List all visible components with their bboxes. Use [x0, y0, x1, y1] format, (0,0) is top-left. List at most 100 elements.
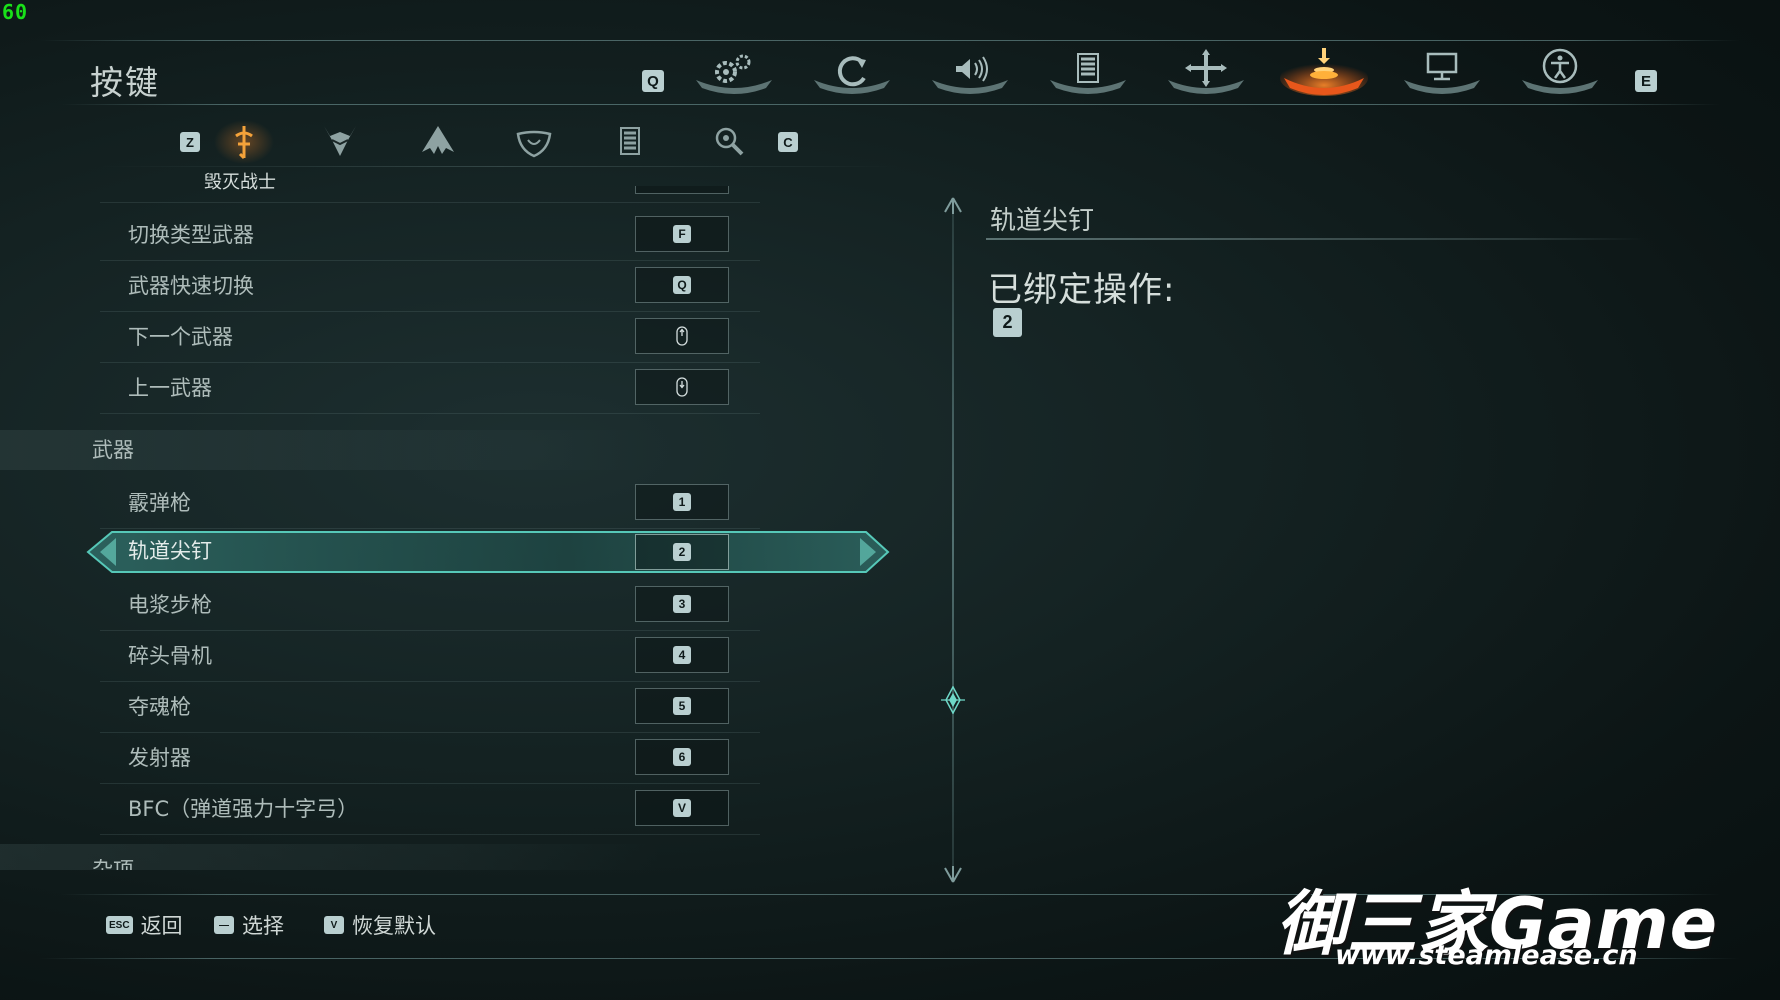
binding-slot[interactable]: Q	[635, 267, 729, 303]
reset-default-button[interactable]: V 恢复默认	[324, 908, 436, 942]
reset-label: 恢复默认	[352, 914, 436, 938]
scrollbar-track[interactable]	[952, 200, 954, 876]
mouse-wheel-up-icon	[676, 326, 688, 346]
key-badge: V	[673, 799, 691, 817]
monitor-icon	[1404, 52, 1480, 94]
section-header-misc: 杂项	[0, 844, 660, 870]
back-button[interactable]: ESC 返回	[106, 908, 183, 942]
list-row[interactable]: 上一武器	[100, 363, 760, 414]
list-row[interactable]: 霰弹枪 1	[100, 478, 760, 529]
detail-divider	[986, 238, 1646, 240]
demon-helmet-icon	[324, 126, 356, 156]
row-label: 发射器	[128, 746, 191, 770]
tab-gameplay[interactable]	[688, 44, 780, 96]
section-header-weapons: 武器	[0, 430, 660, 470]
keybind-list[interactable]: 切换类型武器 F 武器快速切换 Q 下一个武器 上一武器 武器 霰弹枪 1 轨道…	[0, 186, 920, 870]
esc-key-icon: ESC	[106, 916, 133, 934]
row-label: 夺魂枪	[128, 695, 191, 719]
v-key-icon: V	[324, 916, 344, 934]
row-label: 下一个武器	[128, 325, 233, 349]
tab-controls[interactable]	[1160, 44, 1252, 96]
key-badge: 3	[673, 595, 691, 613]
list-row[interactable]: 切换类型武器 F	[100, 210, 760, 261]
list-row-clipped	[100, 186, 760, 203]
select-button[interactable]: — 选择	[214, 908, 284, 942]
watermark-url: www.steamlease.cn	[1335, 940, 1638, 971]
key-badge: 5	[673, 697, 691, 715]
bound-action-label: 已绑定操作:	[988, 270, 1176, 310]
key-badge: 2	[673, 543, 691, 561]
shield-icon	[516, 130, 552, 158]
row-label: 轨道尖钉	[128, 539, 212, 563]
slayer-icon	[214, 120, 274, 164]
next-tab-key[interactable]: E	[1635, 70, 1657, 92]
row-label: 电浆步枪	[128, 593, 212, 617]
list-icon	[1050, 53, 1126, 94]
select-label: 选择	[242, 914, 284, 938]
binding-slot[interactable]: V	[635, 790, 729, 826]
subtab-slayer[interactable]	[214, 118, 274, 166]
binding-slot[interactable]: 1	[635, 484, 729, 520]
tab-video[interactable]	[1396, 44, 1488, 96]
subtab-wings[interactable]	[408, 118, 468, 166]
binding-slot[interactable]: 5	[635, 688, 729, 724]
list-row[interactable]: BFC（弹道强力十字弓） V	[100, 784, 760, 835]
tab-accessibility[interactable]	[1514, 44, 1606, 96]
row-label: 武器快速切换	[128, 274, 254, 298]
binding-slot[interactable]: 6	[635, 739, 729, 775]
detail-title: 轨道尖钉	[990, 206, 1095, 236]
bound-key-badge: 2	[993, 308, 1022, 337]
subtab-demon[interactable]	[310, 118, 370, 166]
list-row-selected[interactable]: 轨道尖钉 2	[86, 528, 890, 576]
row-label: 上一武器	[128, 376, 212, 400]
list-row[interactable]: 碎头骨机 4	[100, 631, 760, 682]
row-label: BFC（弹道强力十字弓）	[128, 797, 359, 821]
list-row[interactable]: 发射器 6	[100, 733, 760, 784]
space-key-icon: —	[214, 916, 234, 934]
scroll-thumb[interactable]	[939, 686, 967, 714]
refresh-icon	[814, 56, 890, 94]
subtab-search[interactable]	[700, 118, 760, 166]
binding-slot[interactable]: 2	[635, 534, 729, 570]
tab-refresh[interactable]	[806, 44, 898, 96]
scroll-down-icon[interactable]	[941, 864, 965, 884]
list-row[interactable]: 电浆步枪 3	[100, 580, 760, 631]
next-subtab-key[interactable]: C	[778, 132, 798, 152]
scroll-up-icon[interactable]	[941, 196, 965, 216]
key-badge: 4	[673, 646, 691, 664]
binding-slot[interactable]: 3	[635, 586, 729, 622]
tab-interface[interactable]	[1042, 44, 1134, 96]
tab-audio[interactable]	[924, 44, 1016, 96]
binding-slot[interactable]	[635, 318, 729, 354]
accessibility-icon	[1522, 48, 1598, 94]
binding-slot[interactable]: F	[635, 216, 729, 252]
fps-counter: 60	[2, 0, 29, 24]
list-icon	[620, 127, 640, 155]
list-row[interactable]: 武器快速切换 Q	[100, 261, 760, 312]
eye-search-icon	[715, 127, 744, 156]
binding-slot	[635, 186, 729, 194]
prev-tab-key[interactable]: Q	[642, 70, 664, 92]
row-label: 碎头骨机	[128, 644, 212, 668]
crosshair-icon	[1168, 49, 1244, 94]
tab-keybindings[interactable]	[1278, 44, 1370, 96]
key-badge: 1	[673, 493, 691, 511]
subtab-shield[interactable]	[504, 118, 564, 166]
section-label: 武器	[92, 438, 134, 462]
gears-icon	[696, 54, 772, 94]
subheader-divider	[100, 166, 900, 167]
subtab-list[interactable]	[600, 118, 660, 166]
binding-slot[interactable]	[635, 369, 729, 405]
list-row[interactable]: 夺魂枪 5	[100, 682, 760, 733]
list-row[interactable]: 下一个武器	[100, 312, 760, 363]
binding-slot[interactable]: 4	[635, 637, 729, 673]
row-label: 霰弹枪	[128, 491, 191, 515]
speaker-icon	[932, 56, 1008, 94]
page-title: 按键	[90, 63, 160, 102]
back-label: 返回	[140, 914, 183, 938]
key-badge: F	[673, 225, 691, 243]
prev-subtab-key[interactable]: Z	[180, 132, 200, 152]
top-frame-line	[40, 40, 1740, 41]
key-badge: Q	[673, 276, 691, 294]
mouse-wheel-down-icon	[676, 377, 688, 397]
